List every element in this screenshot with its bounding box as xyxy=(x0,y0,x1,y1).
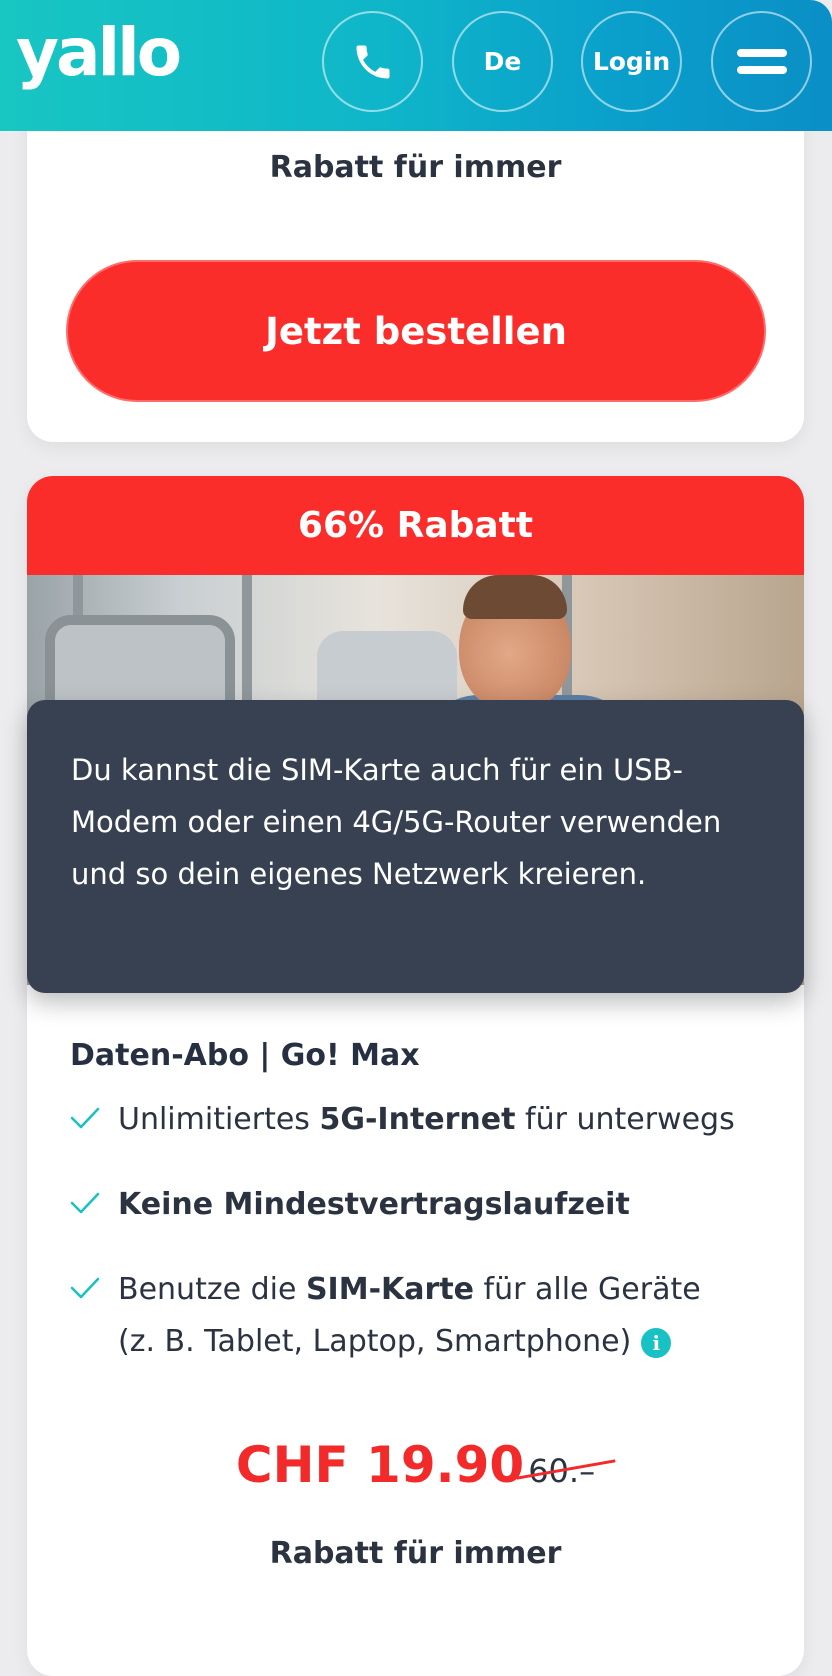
current-price: CHF 19.90 xyxy=(235,1436,525,1494)
info-icon[interactable]: i xyxy=(641,1327,672,1358)
plan-title: Daten-Abo | Go! Max xyxy=(70,1038,420,1073)
discount-note: Rabatt für immer xyxy=(269,150,562,185)
top-offer-card: Rabatt für immer Jetzt bestellen xyxy=(27,80,804,442)
check-icon xyxy=(70,1277,100,1299)
old-price: 60.– xyxy=(516,1452,616,1490)
feature-item: Unlimitiertes 5G-Internet für unterwegs xyxy=(70,1094,770,1146)
language-label: De xyxy=(483,47,522,76)
info-tooltip: Du kannst die SIM-Karte auch für ein USB… xyxy=(27,700,804,993)
discount-banner: 66% Rabatt xyxy=(27,476,804,575)
offer-card: 66% Rabatt Daten-Abo | Go! Max Unlimitie… xyxy=(27,476,804,1676)
menu-button[interactable] xyxy=(711,11,812,112)
phone-icon xyxy=(356,45,389,78)
feature-item: Benutze die SIM-Karte für alle Geräte (z… xyxy=(70,1264,710,1368)
yallo-logo[interactable]: yallo xyxy=(16,14,182,91)
hamburger-menu-icon xyxy=(736,49,787,74)
top-header: yallo De Login xyxy=(0,0,832,131)
order-now-button[interactable]: Jetzt bestellen xyxy=(66,260,766,402)
login-button[interactable]: Login xyxy=(581,11,682,112)
phone-button[interactable] xyxy=(322,11,423,112)
feature-item: Keine Mindestvertragslaufzeit xyxy=(70,1179,770,1231)
language-button[interactable]: De xyxy=(452,11,553,112)
login-label: Login xyxy=(592,47,671,76)
price: CHF 19.9060.– xyxy=(27,1436,804,1494)
discount-note: Rabatt für immer xyxy=(269,1536,562,1571)
check-icon xyxy=(70,1192,100,1214)
check-icon xyxy=(70,1107,100,1129)
